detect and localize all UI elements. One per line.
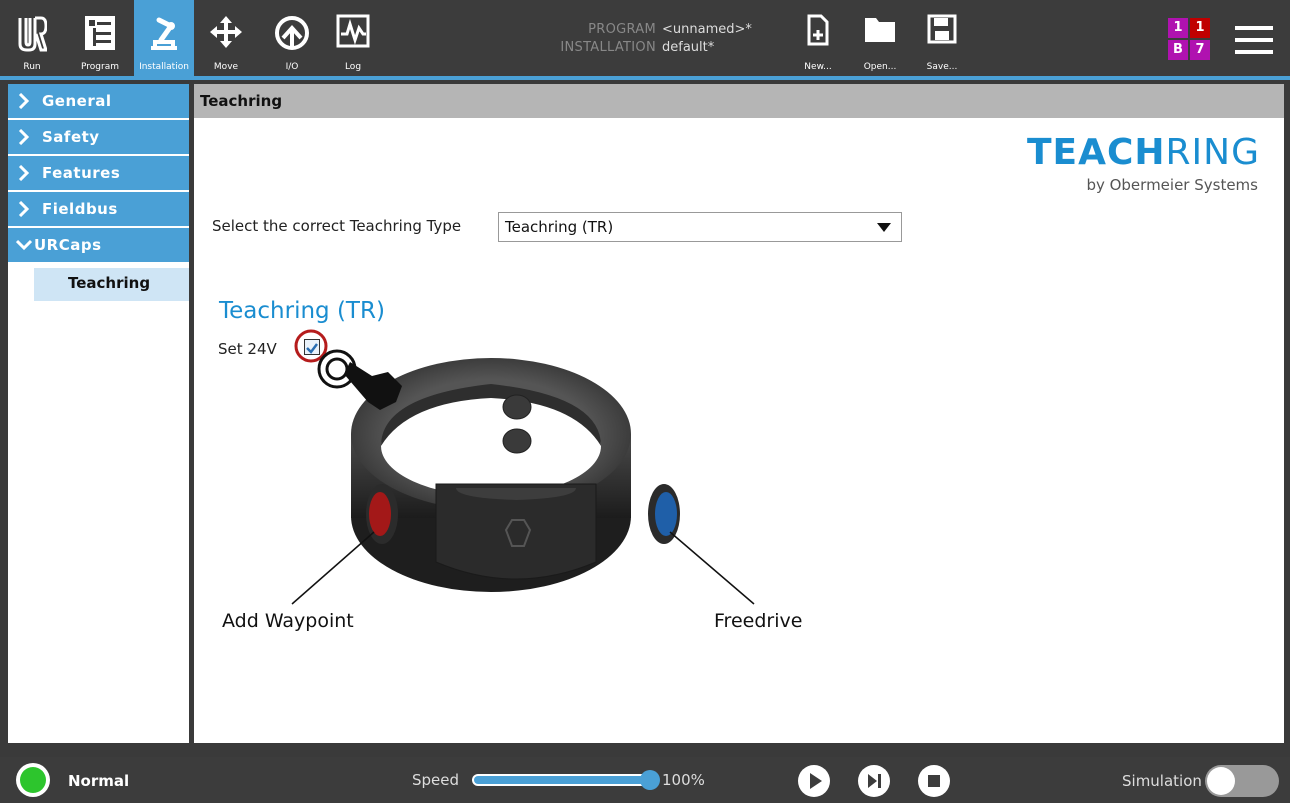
- freedrive-caption: Freedrive: [714, 610, 803, 632]
- chevron-right-icon: [18, 201, 30, 217]
- move-tab[interactable]: Move: [206, 0, 246, 76]
- sidebar-item-label: Safety: [42, 128, 100, 146]
- callout-line-left: [291, 531, 375, 605]
- freedrive-button: [655, 492, 677, 536]
- toolbar-accent-strip: [0, 76, 1290, 80]
- new-button-label: New...: [804, 62, 832, 72]
- bottom-status-bar: Normal Speed 100% Simulation: [0, 757, 1290, 803]
- play-button[interactable]: [798, 765, 830, 797]
- speed-slider-knob[interactable]: [640, 770, 660, 790]
- move-tab-label: Move: [213, 62, 239, 72]
- new-file-icon: [806, 14, 830, 50]
- installation-value: default*: [662, 40, 715, 55]
- installation-tab-label: Installation: [139, 62, 189, 72]
- save-disk-icon: [927, 14, 957, 48]
- add-waypoint-button: [369, 492, 391, 536]
- tap-inner-ring: [325, 357, 349, 381]
- io-icon: [273, 14, 311, 56]
- program-info: PROGRAM <unnamed>* INSTALLATION default*: [548, 22, 788, 58]
- badge-3[interactable]: B: [1168, 40, 1188, 60]
- run-tab-label: Run: [23, 62, 41, 72]
- io-tab-label: I/O: [285, 62, 299, 72]
- new-button[interactable]: New...: [798, 0, 838, 76]
- simulation-label: Simulation: [1122, 772, 1202, 790]
- program-key: PROGRAM: [588, 22, 656, 37]
- stop-icon: [928, 775, 940, 787]
- folder-icon: [863, 14, 897, 48]
- program-icon: [83, 14, 117, 56]
- chevron-right-icon: [18, 165, 30, 181]
- callout-line-right: [669, 531, 755, 605]
- stop-button[interactable]: [918, 765, 950, 797]
- installation-sidebar: General Safety Features Fieldbus URCaps …: [8, 84, 189, 743]
- hamburger-menu-icon: [1235, 26, 1273, 58]
- speed-label: Speed: [412, 771, 460, 789]
- status-indicator-icon[interactable]: [16, 763, 50, 797]
- chevron-down-icon: [16, 239, 32, 251]
- sidebar-item-features[interactable]: Features: [8, 156, 189, 190]
- badge-2[interactable]: 1: [1190, 18, 1210, 38]
- sidebar-subitem-label: Teachring: [68, 274, 151, 292]
- ring-button-top-2: [502, 428, 532, 454]
- speed-slider[interactable]: [472, 770, 660, 790]
- teachring-illustration: [291, 329, 755, 605]
- program-tab-label: Program: [81, 62, 119, 72]
- step-forward-icon: [868, 774, 881, 788]
- installation-tab[interactable]: Installation: [134, 0, 194, 76]
- save-button-label: Save...: [926, 62, 958, 72]
- pointing-hand-icon: [344, 362, 402, 410]
- sidebar-item-general[interactable]: General: [8, 84, 189, 118]
- chevron-right-icon: [18, 93, 30, 109]
- run-tab[interactable]: Run: [8, 0, 56, 76]
- hamburger-menu-button[interactable]: [1230, 0, 1278, 76]
- log-tab-label: Log: [344, 62, 362, 72]
- badge-1[interactable]: 1: [1168, 18, 1188, 38]
- program-value: <unnamed>*: [662, 22, 752, 37]
- save-button[interactable]: Save...: [922, 0, 962, 76]
- ring-button-top-1: [502, 394, 532, 420]
- simulation-toggle-knob: [1207, 767, 1235, 795]
- content-panel: Teachring TEACHRING by Obermeier Systems…: [194, 84, 1284, 743]
- simulation-toggle[interactable]: [1205, 765, 1279, 797]
- step-button[interactable]: [858, 765, 890, 797]
- robot-arm-icon: [145, 14, 183, 56]
- io-tab[interactable]: I/O: [270, 0, 314, 76]
- sidebar-item-urcaps[interactable]: URCaps: [8, 228, 189, 262]
- sidebar-item-label: General: [42, 92, 112, 110]
- open-button-label: Open...: [863, 62, 897, 72]
- sidebar-item-safety[interactable]: Safety: [8, 120, 189, 154]
- status-text: Normal: [68, 772, 130, 790]
- play-icon: [810, 773, 822, 789]
- move-arrows-icon: [208, 14, 244, 54]
- log-tab[interactable]: Log: [333, 0, 373, 76]
- sidebar-item-fieldbus[interactable]: Fieldbus: [8, 192, 189, 226]
- highlight-ring: [294, 329, 328, 363]
- program-tab[interactable]: Program: [70, 0, 130, 76]
- sidebar-item-label: Features: [42, 164, 121, 182]
- ur-logo-icon: [17, 14, 49, 58]
- top-toolbar: Run Program Installation Move I/O Log PR…: [0, 0, 1290, 80]
- add-waypoint-caption: Add Waypoint: [222, 610, 354, 632]
- log-chart-icon: [336, 14, 370, 52]
- badge-4[interactable]: 7: [1190, 40, 1210, 60]
- open-button[interactable]: Open...: [858, 0, 902, 76]
- sidebar-item-label: Fieldbus: [42, 200, 118, 218]
- speed-value: 100%: [662, 771, 705, 789]
- installation-key: INSTALLATION: [560, 40, 656, 55]
- speed-slider-fill: [474, 776, 650, 784]
- sidebar-subitem-teachring[interactable]: Teachring: [34, 268, 189, 301]
- chevron-right-icon: [18, 129, 30, 145]
- sidebar-item-label: URCaps: [34, 236, 102, 254]
